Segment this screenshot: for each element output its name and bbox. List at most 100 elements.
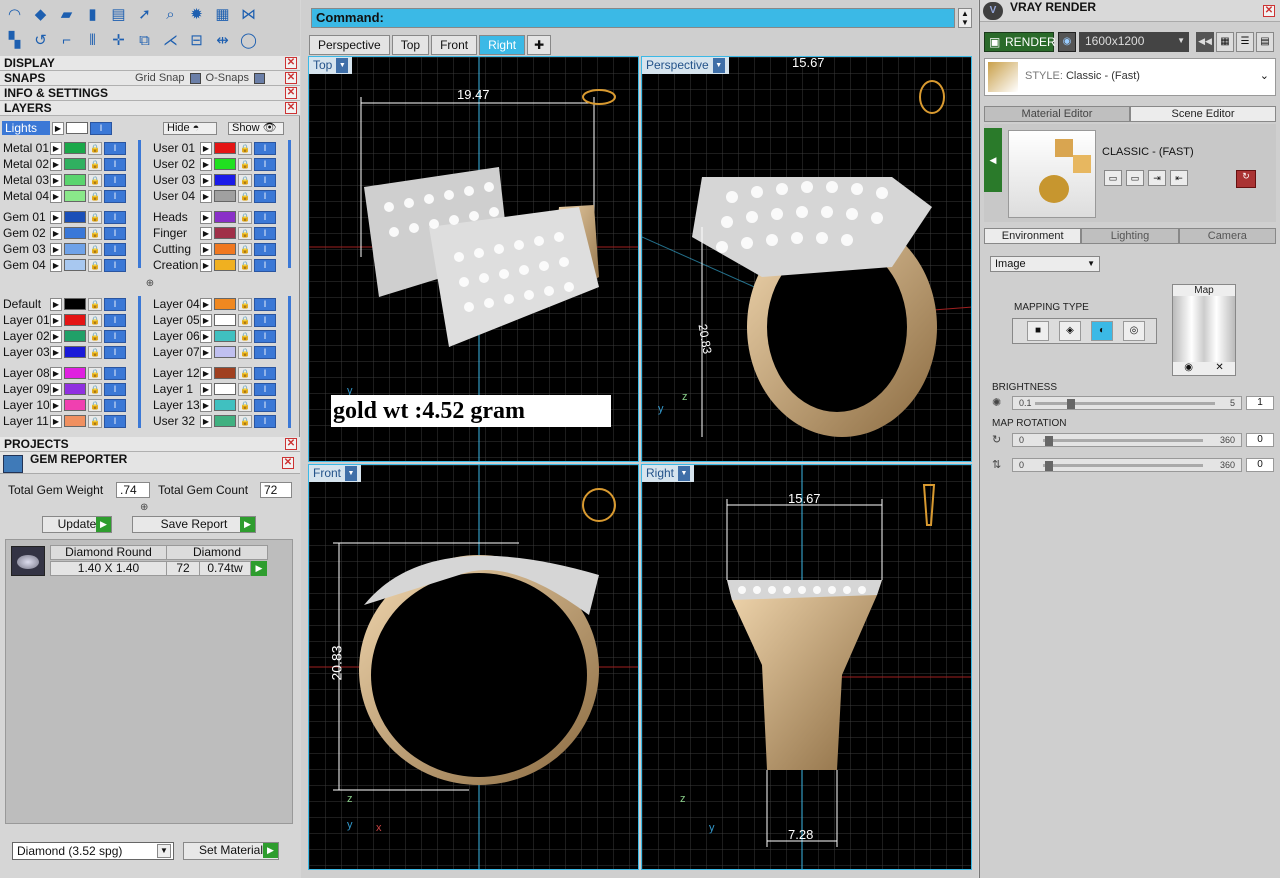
slider-thumb[interactable] [1067, 399, 1075, 409]
layer-row[interactable]: Layer 03 ▶ 🔒 I [0, 344, 126, 360]
play-icon[interactable]: ▶ [200, 382, 212, 396]
close-icon[interactable]: ✕ [1215, 362, 1223, 373]
visibility-toggle[interactable]: I [104, 366, 126, 380]
viewport-top-label[interactable]: Top ▼ [309, 57, 353, 74]
play-icon[interactable]: ▶ [50, 313, 62, 327]
color-swatch[interactable] [66, 122, 88, 134]
lock-icon[interactable]: 🔒 [238, 189, 252, 203]
viewport-right-label[interactable]: Right ▼ [642, 465, 695, 482]
visibility-toggle[interactable]: I [254, 141, 276, 155]
solid-icon[interactable]: ▮ [80, 2, 105, 26]
arc-icon[interactable]: ↺ [28, 28, 53, 52]
color-swatch[interactable] [214, 298, 236, 310]
color-swatch[interactable] [64, 314, 86, 326]
layer-row[interactable]: Gem 02 ▶ 🔒 I [0, 225, 126, 241]
color-swatch[interactable] [64, 211, 86, 223]
visibility-toggle[interactable]: I [104, 226, 126, 240]
layer-row[interactable]: Layer 09 ▶ 🔒 I [0, 381, 126, 397]
visibility-toggle[interactable]: I [104, 141, 126, 155]
layer-row[interactable]: Layer 08 ▶ 🔒 I [0, 365, 126, 381]
tab-right[interactable]: Right [479, 35, 526, 55]
boolean-icon[interactable]: ⊟ [184, 28, 209, 52]
play-icon[interactable]: ▶ [50, 345, 62, 359]
play-icon[interactable]: ▶ [200, 226, 212, 240]
resolution-select[interactable]: 1600x1200 ▼ [1079, 32, 1189, 52]
list-icon[interactable]: ☰ [1236, 32, 1254, 52]
play-icon[interactable]: ▶ [50, 157, 62, 171]
set-material-button[interactable]: Set Material ▶ [183, 842, 279, 860]
chevron-down-icon[interactable]: ▼ [345, 466, 358, 481]
layer-row[interactable]: Gem 03 ▶ 🔒 I [0, 241, 126, 257]
split-icon[interactable]: ⋌ [158, 28, 183, 52]
play-icon[interactable]: ▶ [200, 141, 212, 155]
brightness-slider[interactable]: ✺ 0.1 5 1 [990, 396, 1274, 412]
map-preview[interactable]: Map ◉ ✕ [1172, 284, 1236, 376]
lock-icon[interactable]: 🔒 [88, 398, 102, 412]
visibility-toggle[interactable]: I [104, 210, 126, 224]
layer-row[interactable]: Layer 1 ▶ 🔒 I [150, 381, 276, 397]
color-picker-icon[interactable]: ◉ [1184, 362, 1193, 373]
visibility-toggle[interactable]: I [104, 173, 126, 187]
camera-icon[interactable]: ◉ [1058, 32, 1076, 52]
layer-row[interactable]: Heads ▶ 🔒 I [150, 209, 276, 225]
color-swatch[interactable] [64, 383, 86, 395]
visibility-toggle[interactable]: I [254, 189, 276, 203]
play-icon[interactable]: ▶ [251, 561, 267, 576]
save-icon[interactable]: ▭ [1104, 170, 1122, 186]
material-select[interactable]: Diamond (3.52 spg) ▼ [12, 842, 174, 860]
lock-icon[interactable]: 🔒 [238, 398, 252, 412]
lock-icon[interactable]: 🔒 [238, 173, 252, 187]
curve-icon[interactable]: ◠ [2, 2, 27, 26]
lock-icon[interactable]: 🔒 [238, 210, 252, 224]
close-icon[interactable]: ✕ [285, 57, 297, 69]
color-swatch[interactable] [214, 227, 236, 239]
lights-layer[interactable]: Lights [2, 121, 50, 135]
display-section[interactable]: DISPLAY ✕ [0, 56, 300, 71]
color-swatch[interactable] [214, 211, 236, 223]
rewind-icon[interactable]: ◀◀ [1196, 32, 1214, 52]
lock-icon[interactable]: 🔒 [238, 329, 252, 343]
lock-icon[interactable]: 🔒 [88, 313, 102, 327]
color-swatch[interactable] [64, 158, 86, 170]
visibility-toggle[interactable]: I [104, 242, 126, 256]
visibility-toggle[interactable]: I [254, 210, 276, 224]
tab-material-editor[interactable]: Material Editor [984, 106, 1130, 122]
rotation-value[interactable]: 0 [1246, 458, 1274, 472]
color-swatch[interactable] [214, 158, 236, 170]
visibility-toggle[interactable]: I [104, 189, 126, 203]
tab-lighting[interactable]: Lighting [1081, 228, 1179, 244]
layers-icon[interactable]: ▚ [2, 28, 27, 52]
visibility-toggle[interactable]: I [254, 366, 276, 380]
play-icon[interactable]: ▶ [200, 173, 212, 187]
play-icon[interactable]: ▶ [50, 258, 62, 272]
layer-row[interactable]: User 02 ▶ 🔒 I [150, 156, 276, 172]
play-icon[interactable]: ▶ [50, 141, 62, 155]
render-icon[interactable]: ▦ [210, 2, 235, 26]
layer-row[interactable]: Layer 13 ▶ 🔒 I [150, 397, 276, 413]
layer-row[interactable]: Layer 11 ▶ 🔒 I [0, 413, 126, 429]
lock-icon[interactable]: 🔒 [238, 297, 252, 311]
export-icon[interactable]: ⇥ [1148, 170, 1166, 186]
lock-icon[interactable]: 🔒 [88, 345, 102, 359]
color-swatch[interactable] [214, 415, 236, 427]
visibility-toggle[interactable]: I [254, 414, 276, 428]
command-line[interactable]: Command: [311, 8, 955, 28]
viewport-right[interactable]: Right ▼ 15.67 7.28 z y [641, 464, 972, 870]
play-icon[interactable]: ▶ [200, 313, 212, 327]
color-swatch[interactable] [64, 259, 86, 271]
layer-row[interactable]: User 01 ▶ 🔒 I [150, 140, 276, 156]
color-swatch[interactable] [214, 259, 236, 271]
slider-thumb[interactable] [1045, 436, 1053, 446]
save-report-button[interactable]: Save Report ▶ [132, 516, 256, 533]
close-icon[interactable]: ✕ [285, 87, 297, 99]
color-swatch[interactable] [214, 346, 236, 358]
rotation-slider-2[interactable]: ⇅ 0 360 0 [990, 458, 1274, 474]
grid-snap-toggle[interactable] [189, 73, 201, 84]
polyline-icon[interactable]: ⌐ [54, 28, 79, 52]
visibility-toggle[interactable]: I [104, 345, 126, 359]
circle-icon[interactable]: ◯ [236, 28, 261, 52]
visibility-toggle[interactable]: I [104, 297, 126, 311]
color-swatch[interactable] [64, 399, 86, 411]
show-all-button[interactable]: Show 👁 [228, 122, 284, 135]
layer-row[interactable]: Layer 06 ▶ 🔒 I [150, 328, 276, 344]
